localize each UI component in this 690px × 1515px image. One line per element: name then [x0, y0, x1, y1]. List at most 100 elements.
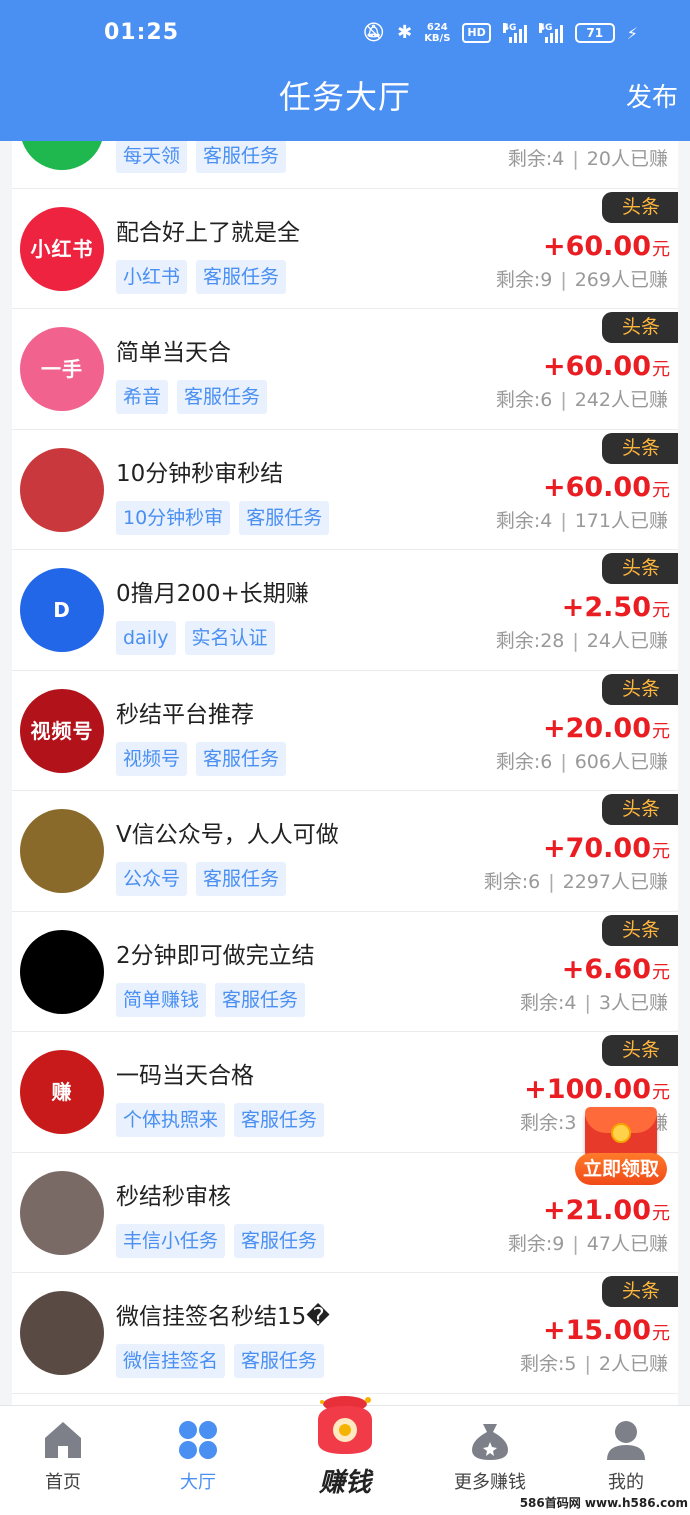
task-tags: 视频号 客服任务 [116, 741, 287, 776]
task-item[interactable]: V信公众号，人人可做 公众号 客服任务 头条 +70.00元 剩余:6 | 2297人… [12, 791, 678, 912]
task-item[interactable]: 视频号 秒结平台推荐 视频号 客服任务 头条 +20.00元 剩余:6 | 606人已… [12, 671, 678, 791]
earned-suffix: 人已赚 [610, 630, 668, 652]
task-item[interactable]: 一手 简单当天合 希音 客服任务 头条 +60.00元 剩余:6 | 242人已赚 [12, 309, 678, 430]
task-title: 0撸月200+长期赚 [116, 581, 309, 607]
remaining-prefix: 剩余: [495, 630, 541, 652]
tab-earn[interactable]: 赚钱 [300, 1392, 390, 1499]
headline-badge: 头条 [602, 191, 678, 223]
signal-icon-2: 4G [538, 23, 563, 43]
task-avatar [20, 141, 104, 170]
remaining-count: 9 [552, 1232, 565, 1255]
tab-hall[interactable]: 大厅 [148, 1418, 248, 1494]
remaining-count: 6 [540, 750, 553, 773]
task-list: 每天领 客服任务 剩余:4 | 20人已赚 小红书 配合好上了就是全 小红书 客服任务 … [12, 141, 678, 1394]
avatar-text: 一手 [41, 357, 83, 381]
remaining-prefix: 剩余: [495, 750, 541, 773]
task-title: 秒结秒审核 [116, 1183, 231, 1210]
status-bar: 01:25 🔕︎ ✱ 624 KB/S HD 4G 4G 71 ⚡︎ [0, 0, 690, 70]
task-stats: 剩余:6 | 2297人已赚 [484, 867, 668, 894]
earned-suffix: 人已赚 [610, 871, 668, 893]
stats-separator: | [572, 148, 579, 170]
earned-suffix: 人已赚 [610, 389, 668, 411]
tab-home[interactable]: 首页 [13, 1418, 113, 1494]
task-tag: 小红书 [116, 259, 188, 294]
task-tags: 公众号 客服任务 [116, 862, 287, 896]
publish-button[interactable]: 发布 [626, 80, 678, 116]
task-stats: 剩余:4 | 171人已赚 [496, 506, 668, 533]
tab-mine[interactable]: 我的 [576, 1418, 676, 1494]
earned-suffix: 人已赚 [610, 509, 668, 532]
price-unit: 元 [652, 600, 670, 621]
stats-separator: | [572, 1232, 579, 1255]
page-title: 任务大厅 [278, 78, 411, 116]
task-item[interactable]: 10分钟秒审秒结 10分钟秒审 客服任务 头条 +60.00元 剩余:4 | 171人… [12, 430, 678, 550]
task-avatar [20, 447, 104, 532]
tab-more-earn[interactable]: 更多赚钱 [440, 1418, 540, 1494]
task-tag: 公众号 [116, 862, 188, 896]
stats-separator: | [548, 871, 555, 893]
task-item[interactable]: 每天领 客服任务 剩余:4 | 20人已赚 [12, 141, 678, 189]
task-item[interactable]: 小红书 配合好上了就是全 小红书 客服任务 头条 +60.00元 剩余:9 | 269… [12, 189, 678, 309]
remaining-prefix: 剩余: [519, 1353, 565, 1375]
task-tag: 客服任务 [177, 380, 268, 414]
task-avatar [20, 809, 104, 893]
watermark: 586首码网 www.h586.com [519, 1496, 688, 1510]
task-tags: 个体执照来 客服任务 [116, 1103, 325, 1137]
avatar-text: 小红书 [30, 236, 94, 261]
hd-icon: HD [462, 23, 491, 43]
task-price: +70.00元 [543, 832, 670, 869]
earned-suffix: 人已赚 [610, 268, 668, 291]
remaining-prefix: 剩余: [507, 148, 553, 170]
price-unit: 元 [652, 961, 670, 983]
price-value: +70.00 [542, 833, 651, 864]
task-tag: 每天领 [116, 141, 188, 173]
task-tags: 丰信小任务 客服任务 [116, 1223, 325, 1258]
stats-separator: | [560, 509, 567, 532]
task-tag: 客服任务 [234, 1103, 325, 1137]
task-avatar: 小红书 [20, 206, 104, 291]
task-list-container[interactable]: 每天领 客服任务 剩余:4 | 20人已赚 小红书 配合好上了就是全 小红书 客服任务 … [12, 141, 678, 1405]
task-title: 配合好上了就是全 [116, 219, 300, 246]
price-unit: 元 [652, 479, 670, 501]
price-unit: 元 [652, 1082, 670, 1103]
remaining-prefix: 剩余: [507, 1232, 553, 1255]
earned-count: 3 [598, 991, 611, 1014]
stats-separator: | [560, 268, 567, 291]
net-speed-value: 624 [426, 22, 448, 33]
task-tag: 客服任务 [234, 1344, 325, 1378]
price-value: +15.00 [542, 1315, 651, 1346]
task-tag: 客服任务 [196, 741, 287, 776]
headline-badge: 头条 [602, 673, 678, 705]
task-tag: daily [116, 621, 176, 655]
task-tags: 微信挂签名 客服任务 [116, 1344, 325, 1378]
task-stats: 剩余:4 | 3人已赚 [520, 988, 668, 1015]
task-tag: 实名认证 [184, 621, 275, 655]
red-envelope-promo[interactable]: 立即领取 [575, 1103, 667, 1191]
remaining-prefix: 剩余: [519, 991, 565, 1014]
task-title: 2分钟即可做完立结 [116, 942, 315, 969]
task-avatar [20, 1170, 104, 1255]
earned-count: 269 [574, 268, 611, 291]
task-item[interactable]: D 0撸月200+长期赚 daily 实名认证 头条 +2.50元 剩余:28 | 2… [12, 550, 678, 671]
task-item[interactable]: 2分钟即可做完立结 简单赚钱 客服任务 头条 +6.60元 剩余:4 | 3人已赚 [12, 912, 678, 1032]
remaining-count: 4 [552, 148, 565, 170]
remaining-count: 6 [528, 871, 541, 893]
price-value: +2.50 [561, 592, 651, 623]
price-unit: 元 [652, 1323, 670, 1344]
net-speed: 624 KB/S [424, 22, 450, 44]
task-item[interactable]: 微信挂签名秒结15� 微信挂签名 客服任务 头条 +15.00元 剩余:5 | 2人已… [12, 1273, 678, 1394]
claim-now-label: 立即领取 [575, 1153, 667, 1185]
task-stats: 剩余:6 | 606人已赚 [496, 747, 668, 774]
task-tag: 丰信小任务 [116, 1223, 226, 1258]
task-stats: 剩余:9 | 269人已赚 [496, 265, 668, 292]
task-price: +20.00元 [543, 712, 670, 749]
earned-count: 20 [586, 148, 611, 170]
signal-icon: 4G [502, 23, 527, 43]
price-unit: 元 [652, 238, 670, 260]
task-stats: 剩余:28 | 24人已赚 [496, 626, 668, 653]
earned-count: 606 [574, 750, 611, 773]
task-stats: 剩余:5 | 2人已赚 [520, 1349, 668, 1376]
price-unit: 元 [652, 720, 670, 742]
task-tags: 简单赚钱 客服任务 [116, 982, 306, 1017]
task-title: 10分钟秒审秒结 [116, 460, 284, 487]
